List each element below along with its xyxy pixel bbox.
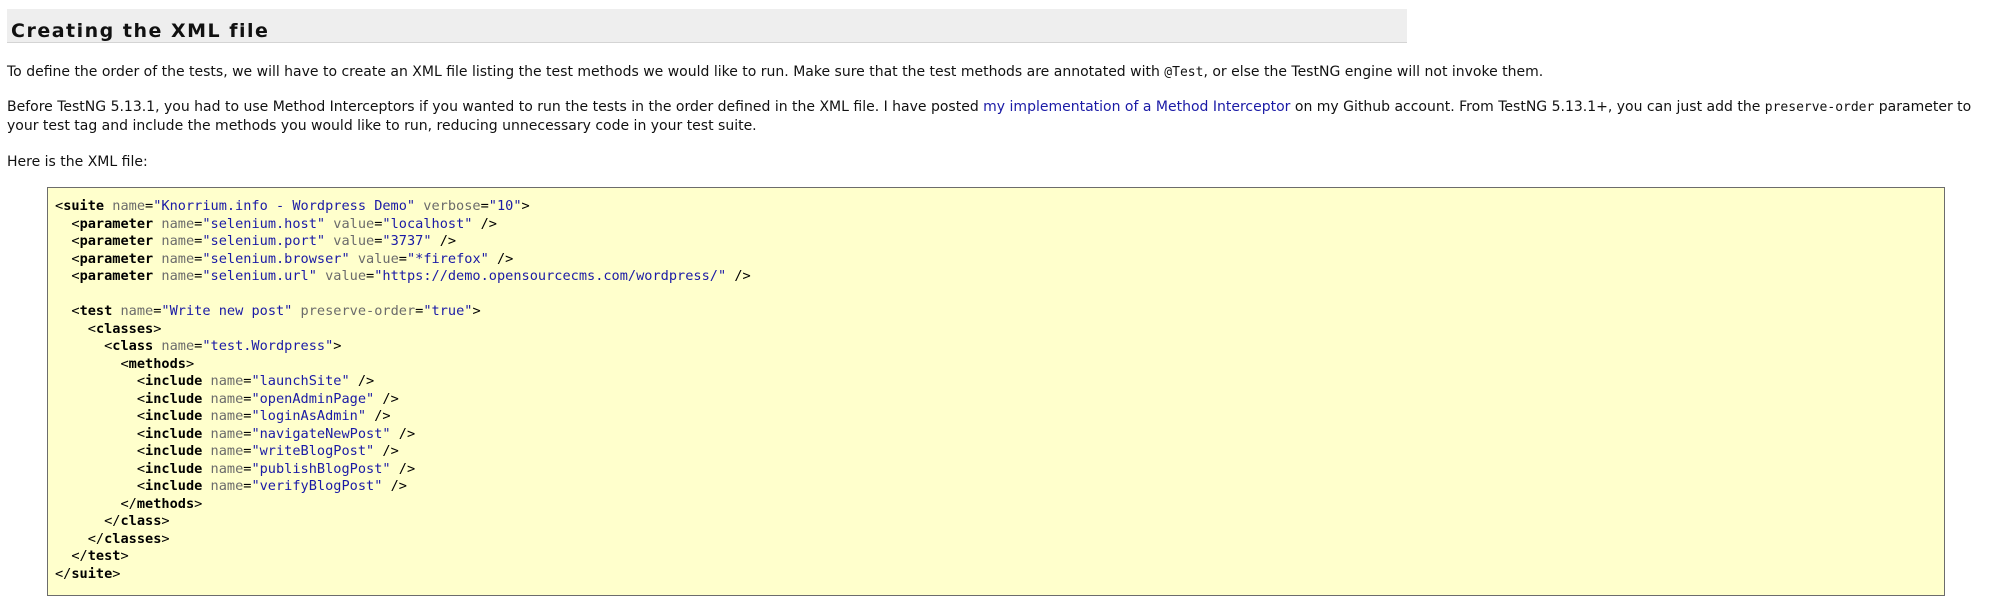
include-line: <include name="writeBlogPost" /> xyxy=(136,443,399,459)
attr-value: "Write new post" xyxy=(161,303,293,319)
classes-open-line: <classes> xyxy=(87,320,162,337)
attr-value: "selenium.host" xyxy=(202,215,326,232)
attr-value: "3737" xyxy=(382,233,432,249)
attr-value: "selenium.browser" xyxy=(202,250,350,267)
attr-value: "Knorrium.info - Wordpress Demo" xyxy=(153,198,416,214)
parameter-line: <parameter name="selenium.browser" value… xyxy=(71,250,514,267)
xml-code-block: <suite name="Knorrium.info - Wordpress D… xyxy=(47,187,1945,596)
attr-value: "openAdminPage" xyxy=(251,390,375,407)
include-line: <include name="loginAsAdmin" /> xyxy=(136,408,391,424)
test-open-line: <test name="Write new post" preserve-ord… xyxy=(71,303,481,319)
include-line: <include name="verifyBlogPost" /> xyxy=(136,478,407,494)
attr-value: "loginAsAdmin" xyxy=(251,408,367,424)
section-heading-bar: Creating the XML file xyxy=(7,9,1407,43)
test-close-line: </test> xyxy=(71,548,129,564)
suite-open-line: <suite name="Knorrium.info - Wordpress D… xyxy=(55,198,530,214)
interceptor-text-middle: on my Github account. From TestNG 5.13.1… xyxy=(1290,99,1765,115)
attr-value: "10" xyxy=(488,198,522,214)
method-interceptor-link[interactable]: my implementation of a Method Intercepto… xyxy=(983,99,1290,115)
class-close-line: </class> xyxy=(104,513,170,529)
classes-close-line: </classes> xyxy=(87,530,170,547)
attr-value: "navigateNewPost" xyxy=(251,425,391,442)
attr-value: "*firefox" xyxy=(406,250,489,267)
methods-open-line: <methods> xyxy=(120,355,195,372)
interceptor-paragraph: Before TestNG 5.13.1, you had to use Met… xyxy=(7,98,1971,136)
include-line: <include name="launchSite" /> xyxy=(136,373,375,389)
attr-value: "https://demo.opensourcecms.com/wordpres… xyxy=(374,268,727,284)
attr-value: "verifyBlogPost" xyxy=(251,478,383,494)
attr-value: "selenium.port" xyxy=(202,233,326,249)
class-open-line: <class name="test.Wordpress"> xyxy=(104,338,342,354)
interceptor-text: Before TestNG 5.13.1, you had to use Met… xyxy=(7,99,984,115)
preserve-order-code: preserve-order xyxy=(1764,100,1875,115)
parameter-line: <parameter name="selenium.url" value="ht… xyxy=(71,268,751,284)
attr-value: "test.Wordpress" xyxy=(202,338,334,354)
methods-close-line: </methods> xyxy=(120,495,203,512)
attr-value: "launchSite" xyxy=(251,373,350,389)
include-line: <include name="openAdminPage" /> xyxy=(136,390,399,407)
intro-text-end: , or else the TestNG engine will not inv… xyxy=(1203,64,1544,80)
xml-code: <suite name="Knorrium.info - Wordpress D… xyxy=(55,198,1937,583)
attr-value: "selenium.url" xyxy=(202,268,317,284)
include-line: <include name="publishBlogPost" /> xyxy=(136,460,416,477)
attr-value: "writeBlogPost" xyxy=(251,443,375,459)
attr-value: "true" xyxy=(423,303,473,319)
xml-intro-paragraph: Here is the XML file: xyxy=(7,154,148,170)
suite-close-line: </suite> xyxy=(55,565,121,582)
interceptor-text-end: parameter to xyxy=(1874,99,1972,115)
attr-value: "localhost" xyxy=(382,215,473,232)
interceptor-text-line2: your test tag and include the methods yo… xyxy=(7,118,757,134)
parameter-line: <parameter name="selenium.host" value="l… xyxy=(71,215,497,232)
include-line: <include name="navigateNewPost" /> xyxy=(136,425,416,442)
attr-value: "publishBlogPost" xyxy=(251,460,391,477)
test-annotation-code: @Test xyxy=(1164,65,1204,80)
parameter-line: <parameter name="selenium.port" value="3… xyxy=(71,233,457,249)
intro-text: To define the order of the tests, we wil… xyxy=(7,64,1165,80)
intro-paragraph: To define the order of the tests, we wil… xyxy=(7,63,1543,82)
section-heading: Creating the XML file xyxy=(11,20,270,42)
